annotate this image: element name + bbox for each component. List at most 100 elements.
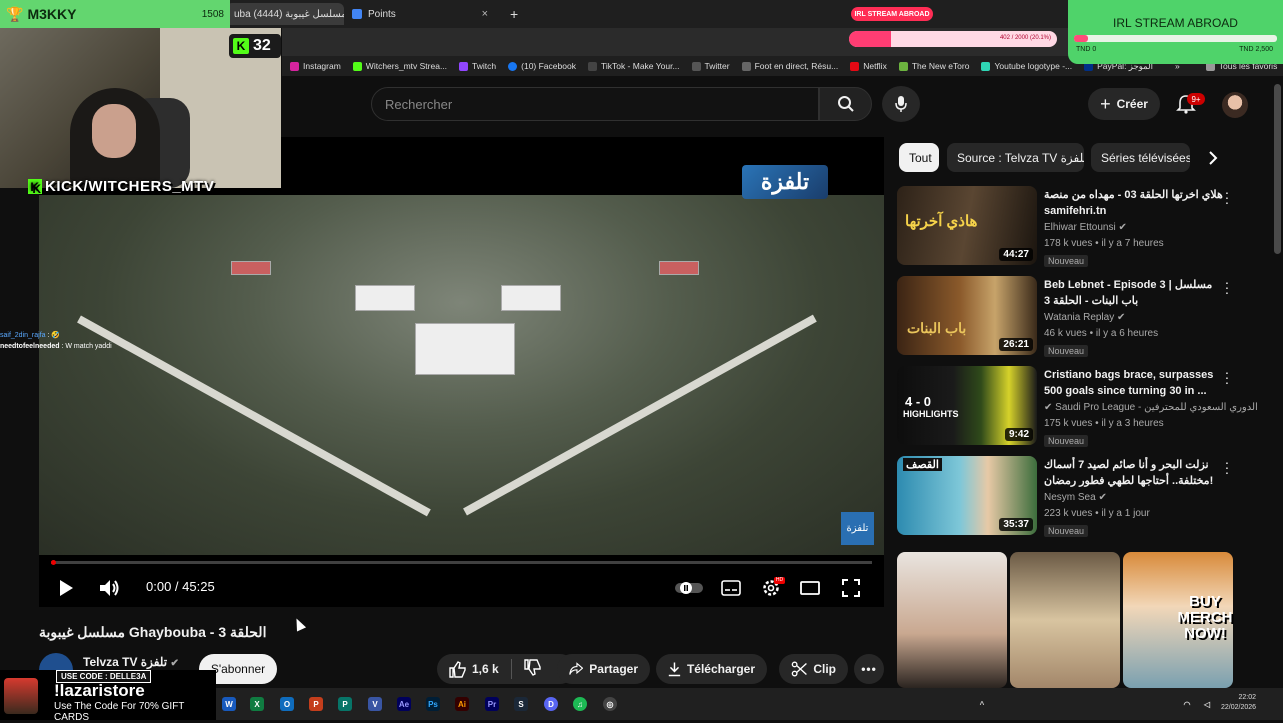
outlook-icon[interactable]: O — [280, 697, 294, 711]
wifi-icon[interactable]: ◠ — [1180, 697, 1194, 711]
verified-icon: ✔ — [1098, 492, 1107, 503]
steam-icon[interactable]: S — [514, 697, 528, 711]
more-options-icon[interactable]: · · · — [1223, 455, 1231, 479]
channel-watermark-bottom[interactable]: تلفزة — [841, 512, 874, 545]
after-effects-icon[interactable]: Ae — [397, 697, 411, 711]
promo-name: !lazaristore — [54, 681, 145, 700]
spotify-icon[interactable]: ♫ — [573, 697, 587, 711]
word-icon[interactable]: W — [222, 697, 236, 711]
video-progress-bar[interactable] — [51, 560, 872, 565]
powerpoint-icon[interactable]: P — [309, 697, 323, 711]
publisher-icon[interactable]: P — [338, 697, 352, 711]
chips-next-button[interactable] — [1203, 148, 1223, 168]
video-player[interactable] — [39, 137, 884, 607]
shorts-thumbnail[interactable] — [1010, 552, 1120, 688]
more-options-icon[interactable]: · · · — [1223, 185, 1231, 209]
bookmark-twitch[interactable]: Twitch — [459, 61, 496, 71]
recommendation-title[interactable]: هلاي اخرتها الحلقة 03 - مهداه من منصة sa… — [1044, 187, 1224, 219]
shorts-thumbnail[interactable] — [897, 552, 1007, 688]
trophy-icon: 🏆 — [6, 5, 24, 22]
share-button[interactable]: Partager — [557, 654, 650, 684]
progress-scrubber[interactable] — [51, 560, 56, 565]
bookmark-tiktok[interactable]: TikTok - Make Your... — [587, 61, 680, 71]
autoplay-toggle[interactable] — [674, 578, 704, 598]
clip-button[interactable]: Clip — [779, 654, 848, 684]
volume-button[interactable] — [98, 577, 122, 599]
search-input[interactable]: Rechercher — [371, 87, 819, 121]
premiere-icon[interactable]: Pr — [485, 697, 499, 711]
like-button[interactable]: 1,6 k — [449, 660, 499, 678]
recommendation-item[interactable]: 4 - 0 HIGHLIGHTS 9:42 Cristiano bags bra… — [897, 365, 1267, 448]
recommendation-item[interactable]: القصف 35:37 نزلت البحر و أنا صائم لصيد 7… — [897, 455, 1267, 538]
video-thumbnail[interactable]: القصف 35:37 — [897, 456, 1037, 535]
create-button[interactable]: + Créer — [1088, 88, 1160, 120]
play-button[interactable] — [56, 578, 76, 598]
chrome-icon[interactable]: ◎ — [603, 697, 617, 711]
tiktok-icon — [587, 61, 597, 71]
tab-youtube-video[interactable]: uba مسلسل غيبوبة (4444) × — [226, 3, 344, 25]
kick-logo-icon: K — [28, 179, 42, 194]
thumbs-up-icon — [449, 660, 466, 678]
illustrator-icon[interactable]: Ai — [455, 697, 469, 711]
more-options-icon[interactable]: · · · — [1223, 365, 1231, 389]
account-avatar[interactable] — [1222, 92, 1248, 118]
photoshop-icon[interactable]: Ps — [426, 697, 440, 711]
page-scrollbar[interactable] — [1274, 84, 1281, 254]
excel-icon[interactable]: X — [250, 697, 264, 711]
theater-mode-button[interactable] — [799, 578, 821, 598]
fullscreen-button[interactable] — [840, 578, 862, 598]
bookmark-youtube-logo[interactable]: Youtube logotype -... — [981, 61, 1072, 71]
verified-icon: ✔ — [1117, 312, 1126, 323]
bookmark-twitter[interactable]: Twitter — [691, 61, 730, 71]
recommendation-channel[interactable]: Nesym Sea ✔ — [1044, 492, 1107, 503]
house — [231, 261, 271, 275]
chip-tv-series[interactable]: Séries télévisées — [1091, 143, 1190, 172]
new-badge: Nouveau — [1044, 525, 1089, 537]
recommendation-meta: 178 k vues • il y a 7 heures — [1044, 238, 1164, 249]
subtitles-button[interactable] — [720, 578, 742, 598]
tab-points[interactable]: Points × — [344, 3, 496, 25]
channel-name[interactable]: Telvza TV تلفزة ✔ — [83, 655, 179, 669]
bookmark-instagram[interactable]: Instagram — [290, 61, 341, 71]
duration-badge: 26:21 — [999, 338, 1033, 351]
video-thumbnail[interactable]: باب البنات 26:21 — [897, 276, 1037, 355]
bookmark-kick[interactable]: Witchers_mtv Strea... — [352, 61, 447, 71]
video-thumbnail[interactable]: هاذي آخرتها 44:27 — [897, 186, 1037, 265]
bookmark-foot[interactable]: Foot en direct, Résu... — [741, 61, 838, 71]
thumbs-down-icon — [524, 659, 541, 676]
download-button[interactable]: Télécharger — [656, 654, 767, 684]
more-actions-button[interactable]: ••• — [854, 654, 884, 684]
recommendation-item[interactable]: هاذي آخرتها 44:27 هلاي اخرتها الحلقة 03 … — [897, 185, 1267, 268]
recommendation-title[interactable]: نزلت البحر و أنا صائم لصيد 7 أسماك مختلف… — [1044, 457, 1224, 489]
plus-icon: + — [1100, 93, 1111, 114]
chip-all[interactable]: Tout — [899, 143, 939, 172]
tray-chevron-up-icon[interactable]: ^ — [975, 697, 989, 711]
autoplay-icon — [675, 582, 703, 594]
recommendation-channel[interactable]: ✔ Saudi Pro League - الدوري السعودي للمح… — [1044, 402, 1258, 413]
bookmark-facebook[interactable]: (10) Facebook — [508, 61, 576, 71]
new-badge: Nouveau — [1044, 435, 1089, 447]
search-button[interactable] — [819, 87, 872, 121]
close-tab-icon[interactable]: × — [482, 8, 488, 20]
villa — [501, 285, 561, 311]
recommendation-title[interactable]: Beb Lebnet - Episode 3 | مسلسل باب البنا… — [1044, 277, 1224, 309]
video-thumbnail[interactable]: 4 - 0 HIGHLIGHTS 9:42 — [897, 366, 1037, 445]
system-clock[interactable]: 22:02 22/02/2026 — [1221, 693, 1256, 713]
bookmark-netflix[interactable]: Netflix — [850, 61, 887, 71]
divider — [510, 659, 512, 679]
visio-icon[interactable]: V — [368, 697, 382, 711]
settings-button[interactable]: HD — [759, 577, 785, 599]
speaker-icon[interactable]: ◁ — [1200, 697, 1214, 711]
recommendation-channel[interactable]: Elhiwar Ettounsi ✔ — [1044, 222, 1127, 233]
voice-search-button[interactable] — [882, 86, 920, 122]
chip-source-telvza[interactable]: Source : Telvza TV تلفزة — [947, 143, 1084, 172]
new-tab-button[interactable]: + — [502, 3, 526, 25]
bookmark-etoro[interactable]: The New eToro — [898, 61, 969, 71]
more-options-icon[interactable]: · · · — [1223, 275, 1231, 299]
volume-icon — [100, 580, 119, 596]
dislike-button[interactable] — [524, 659, 541, 679]
recommendation-item[interactable]: باب البنات 26:21 Beb Lebnet - Episode 3 … — [897, 275, 1267, 358]
discord-icon[interactable]: D — [544, 697, 558, 711]
recommendation-channel[interactable]: Watania Replay ✔ — [1044, 312, 1125, 323]
recommendation-title[interactable]: Cristiano bags brace, surpasses 500 goal… — [1044, 367, 1224, 399]
